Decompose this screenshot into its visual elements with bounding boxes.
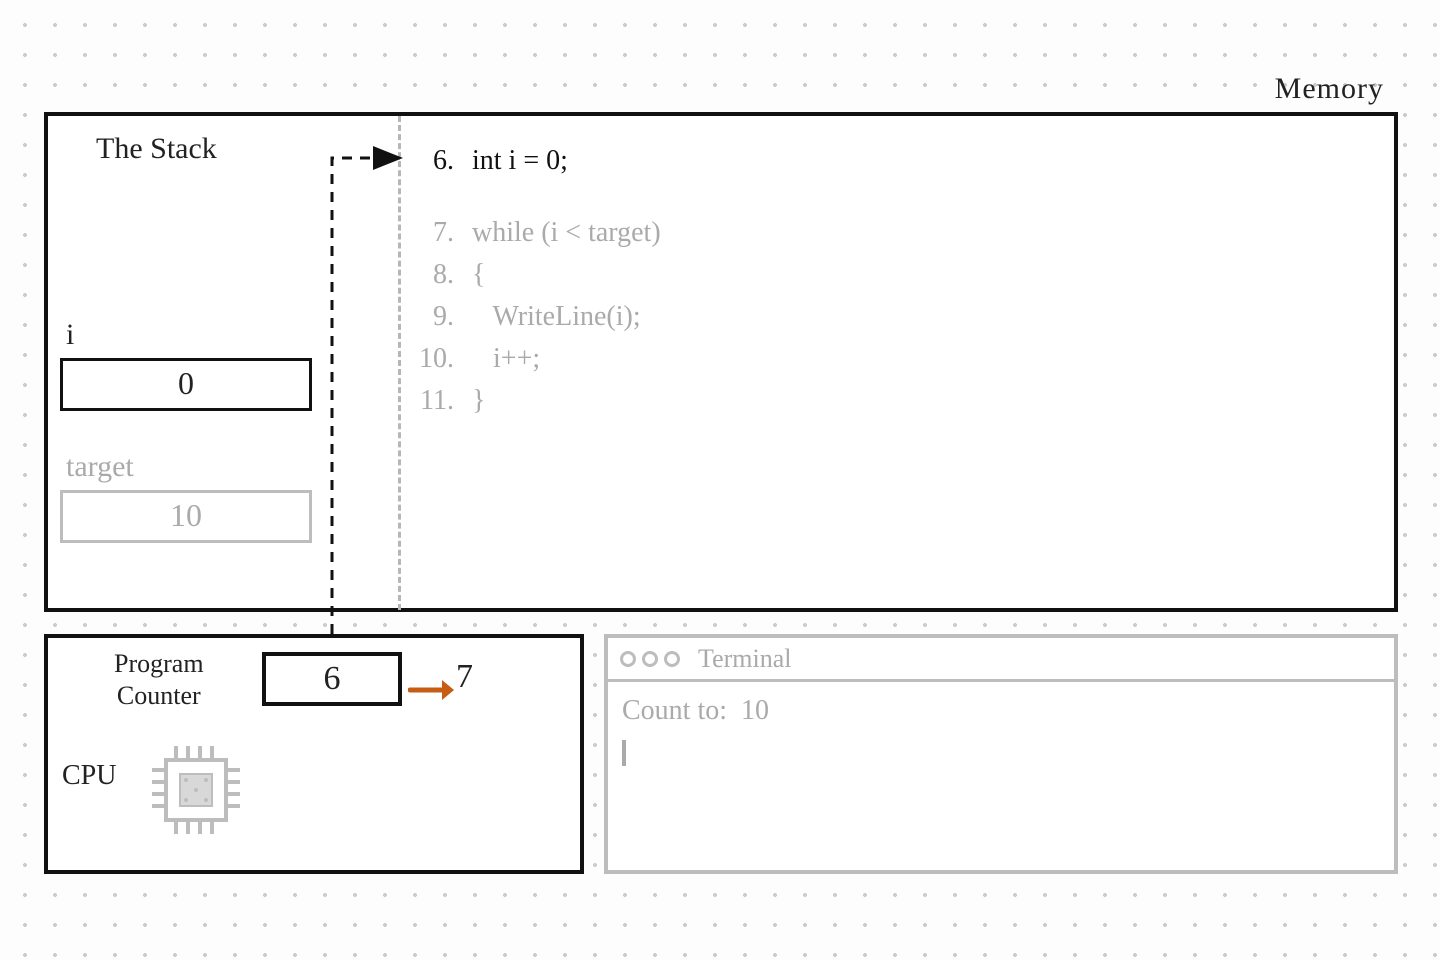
- terminal-window: Terminal Count to: 10: [604, 634, 1398, 874]
- memory-label: Memory: [1275, 72, 1384, 106]
- traffic-light-icons: [620, 651, 680, 667]
- stack-title: The Stack: [96, 132, 217, 166]
- terminal-cursor-line: [622, 730, 1380, 768]
- terminal-cursor-icon: [622, 740, 626, 766]
- traffic-dot-icon: [642, 651, 658, 667]
- terminal-prompt-label: Count to:: [622, 695, 727, 726]
- code-line-8: 8.{: [406, 254, 1166, 296]
- code-line-10: 10. i++;: [406, 338, 1166, 380]
- program-counter-label: Program Counter: [114, 648, 204, 712]
- terminal-prompt-value: 10: [741, 695, 769, 726]
- program-counter-next: 7: [456, 658, 473, 696]
- diagram-stage: Memory The Stack i 0 target 10 6.int i =…: [0, 0, 1440, 960]
- traffic-dot-icon: [620, 651, 636, 667]
- stack-var-value-target: 10: [60, 490, 312, 543]
- code-line-9: 9. WriteLine(i);: [406, 296, 1166, 338]
- terminal-titlebar: Terminal: [608, 638, 1394, 682]
- program-counter-value: 6: [262, 652, 402, 706]
- code-listing: 6.int i = 0; 7.while (i < target) 8.{ 9.…: [406, 140, 1166, 422]
- code-line-6: 6.int i = 0;: [406, 140, 1166, 182]
- memory-divider: [398, 116, 401, 610]
- terminal-title: Terminal: [698, 644, 791, 674]
- traffic-dot-icon: [664, 651, 680, 667]
- code-line-7: 7.while (i < target): [406, 212, 1166, 254]
- terminal-body: Count to: 10: [608, 682, 1394, 778]
- code-line-gap: [406, 182, 1166, 212]
- stack-var-name-target: target: [66, 450, 134, 484]
- cpu-chip-icon: [142, 736, 250, 844]
- terminal-line: Count to: 10: [622, 692, 1380, 730]
- stack-var-value-i: 0: [60, 358, 312, 411]
- code-line-11: 11.}: [406, 380, 1166, 422]
- stack-var-name-i: i: [66, 318, 74, 352]
- cpu-label: CPU: [62, 760, 116, 792]
- pc-next-arrow-icon: [408, 678, 454, 702]
